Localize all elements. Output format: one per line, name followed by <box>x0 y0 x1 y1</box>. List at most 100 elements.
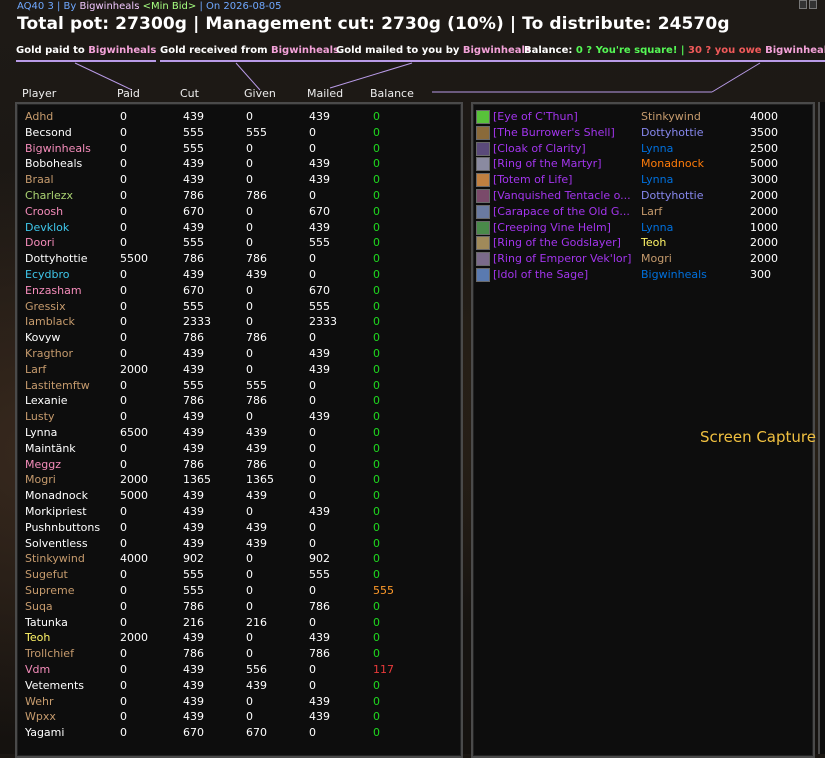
player-row[interactable]: Lynna 6500 439 439 0 0 <box>17 425 457 440</box>
loot-row[interactable]: [Ring of Emperor Vek'lor] Mogri 2000 <box>473 251 809 267</box>
player-row[interactable]: Ecydbro 0 439 439 0 0 <box>17 267 457 282</box>
tentacle-icon[interactable] <box>476 189 490 203</box>
loot-row[interactable]: [Ring of the Martyr] Monadnock 5000 <box>473 156 809 172</box>
player-row[interactable]: Enzasham 0 670 0 670 0 <box>17 283 457 298</box>
player-row[interactable]: Iamblack 0 2333 0 2333 0 <box>17 314 457 329</box>
loot-row[interactable]: [Creeping Vine Helm] Lynna 1000 <box>473 220 809 235</box>
player-balance-cell: 0 <box>373 252 380 266</box>
player-row[interactable]: Vetements 0 439 439 0 0 <box>17 678 457 693</box>
player-row[interactable]: Kragthor 0 439 0 439 0 <box>17 346 457 361</box>
player-row[interactable]: Devklok 0 439 0 439 0 <box>17 220 457 235</box>
player-name-cell: Becsond <box>25 125 72 139</box>
col-header-player[interactable]: Player <box>22 87 56 100</box>
player-row[interactable]: Supreme 0 555 0 0 555 <box>17 583 457 598</box>
player-row[interactable]: Larf 2000 439 0 439 0 <box>17 362 457 377</box>
loot-item-link[interactable]: [Ring of the Godslayer] <box>493 235 621 250</box>
player-row[interactable]: Yagami 0 670 670 0 0 <box>17 725 457 740</box>
player-row[interactable]: Stinkywind 4000 902 0 902 0 <box>17 551 457 566</box>
player-row[interactable]: Lastitemftw 0 555 555 0 0 <box>17 378 457 393</box>
green-eye-icon[interactable] <box>476 110 490 124</box>
player-row[interactable]: Mogri 2000 1365 1365 0 0 <box>17 472 457 487</box>
loot-item-link[interactable]: [Cloak of Clarity] <box>493 141 586 156</box>
player-row[interactable]: Solventless 0 439 439 0 0 <box>17 536 457 551</box>
player-row[interactable]: Becsond 0 555 555 0 0 <box>17 125 457 140</box>
legend-received-prefix: Gold received from <box>160 45 268 56</box>
loot-item-link[interactable]: [Ring of the Martyr] <box>493 156 601 171</box>
player-name-cell: Lexanie <box>25 394 68 408</box>
ring-icon[interactable] <box>476 236 490 251</box>
player-paid-cell: 0 <box>120 568 127 582</box>
player-row[interactable]: Maintänk 0 439 439 0 0 <box>17 441 457 456</box>
player-row[interactable]: Wpxx 0 439 0 439 0 <box>17 709 457 724</box>
player-row[interactable]: Sugefut 0 555 0 555 0 <box>17 567 457 582</box>
loot-row[interactable]: [Carapace of the Old G... Larf 2000 <box>473 204 809 219</box>
player-mailed-cell: 0 <box>309 726 316 740</box>
player-row[interactable]: Charlezx 0 786 786 0 0 <box>17 188 457 203</box>
cloak-icon[interactable] <box>476 141 490 156</box>
player-row[interactable]: Wehr 0 439 0 439 0 <box>17 694 457 709</box>
player-row[interactable]: Gressix 0 555 0 555 0 <box>17 299 457 314</box>
player-mailed-cell: 786 <box>309 599 330 613</box>
player-row[interactable]: Vdm 0 439 556 0 117 <box>17 662 457 677</box>
player-row[interactable]: Lexanie 0 786 786 0 0 <box>17 393 457 408</box>
player-row[interactable]: Braal 0 439 0 439 0 <box>17 172 457 187</box>
loot-row[interactable]: [Eye of C'Thun] Stinkywind 4000 <box>473 109 809 124</box>
loot-item-link[interactable]: [Carapace of the Old G... <box>493 204 630 219</box>
col-header-given[interactable]: Given <box>244 87 276 100</box>
player-ledger-panel[interactable]: Adhd 0 439 0 439 0 Becsond 0 555 555 0 0 Bigwinheals… <box>15 102 463 758</box>
loot-item-link[interactable]: [Ring of Emperor Vek'lor] <box>493 251 631 266</box>
ring-icon[interactable] <box>476 252 490 267</box>
player-row[interactable]: Dottyhottie 5500 786 786 0 0 <box>17 251 457 266</box>
loot-item-link[interactable]: [Eye of C'Thun] <box>493 109 578 124</box>
helm-icon[interactable] <box>476 220 490 235</box>
col-header-balance[interactable]: Balance <box>370 87 414 100</box>
loot-item-link[interactable]: [Totem of Life] <box>493 172 572 187</box>
player-name-cell: Stinkywind <box>25 552 85 566</box>
player-row[interactable]: Boboheals 0 439 0 439 0 <box>17 156 457 171</box>
player-paid-cell: 0 <box>120 189 127 202</box>
player-row[interactable]: Tatunka 0 216 216 0 0 <box>17 615 457 630</box>
col-header-paid[interactable]: Paid <box>117 87 140 100</box>
player-row[interactable]: Teoh 2000 439 0 439 0 <box>17 630 457 645</box>
close-icon[interactable] <box>809 0 817 9</box>
player-row[interactable]: Meggz 0 786 786 0 0 <box>17 457 457 472</box>
window-controls[interactable] <box>799 0 817 18</box>
player-row[interactable]: Monadnock 5000 439 439 0 0 <box>17 488 457 503</box>
player-name-cell: Bigwinheals <box>25 141 91 155</box>
carapace-icon[interactable] <box>476 204 490 219</box>
loot-row[interactable]: [Totem of Life] Lynna 3000 <box>473 172 809 188</box>
loot-winner: Mogri <box>641 252 672 266</box>
loot-row[interactable]: [Idol of the Sage] Bigwinheals 300 <box>473 267 809 282</box>
loot-row[interactable]: [Vanquished Tentacle o... Dottyhottie 2000 <box>473 188 809 203</box>
totem-icon[interactable] <box>476 173 490 188</box>
loot-row[interactable]: [Ring of the Godslayer] Teoh 2000 <box>473 235 809 251</box>
loot-item-link[interactable]: [Vanquished Tentacle o... <box>493 188 631 203</box>
minimize-icon[interactable] <box>799 0 807 9</box>
loot-item-link[interactable]: [Creeping Vine Helm] <box>493 220 611 235</box>
player-mailed-cell: 0 <box>309 489 316 503</box>
col-header-mailed[interactable]: Mailed <box>307 87 343 100</box>
shell-icon[interactable] <box>476 125 490 140</box>
player-row[interactable]: Doori 0 555 0 555 0 <box>17 235 457 250</box>
player-balance-cell: 0 <box>373 189 380 202</box>
player-row[interactable]: Kovyw 0 786 786 0 0 <box>17 330 457 345</box>
col-header-cut[interactable]: Cut <box>180 87 199 100</box>
player-given-cell: 0 <box>246 347 253 360</box>
player-balance-cell: 0 <box>373 220 380 234</box>
legend-owe: 30 ? you owe <box>688 45 762 56</box>
player-row[interactable]: Trollchief 0 786 0 786 0 <box>17 646 457 661</box>
idol-icon[interactable] <box>476 268 490 282</box>
player-row[interactable]: Morkipriest 0 439 0 439 0 <box>17 504 457 519</box>
player-row[interactable]: Pushnbuttons 0 439 439 0 0 <box>17 520 457 535</box>
player-row[interactable]: Croosh 0 670 0 670 0 <box>17 204 457 219</box>
player-row[interactable]: Bigwinheals 0 555 0 0 0 <box>17 141 457 156</box>
player-row[interactable]: Suqa 0 786 0 786 0 <box>17 599 457 614</box>
ring-icon[interactable] <box>476 157 490 172</box>
player-row[interactable]: Adhd 0 439 0 439 0 <box>17 109 457 124</box>
loot-item-link[interactable]: [The Burrower's Shell] <box>493 125 615 140</box>
loot-row[interactable]: [The Burrower's Shell] Dottyhottie 3500 <box>473 125 809 140</box>
legend-mailed-prefix: Gold mailed to you by <box>336 45 460 56</box>
loot-row[interactable]: [Cloak of Clarity] Lynna 2500 <box>473 141 809 156</box>
player-row[interactable]: Lusty 0 439 0 439 0 <box>17 409 457 424</box>
loot-item-link[interactable]: [Idol of the Sage] <box>493 267 588 282</box>
